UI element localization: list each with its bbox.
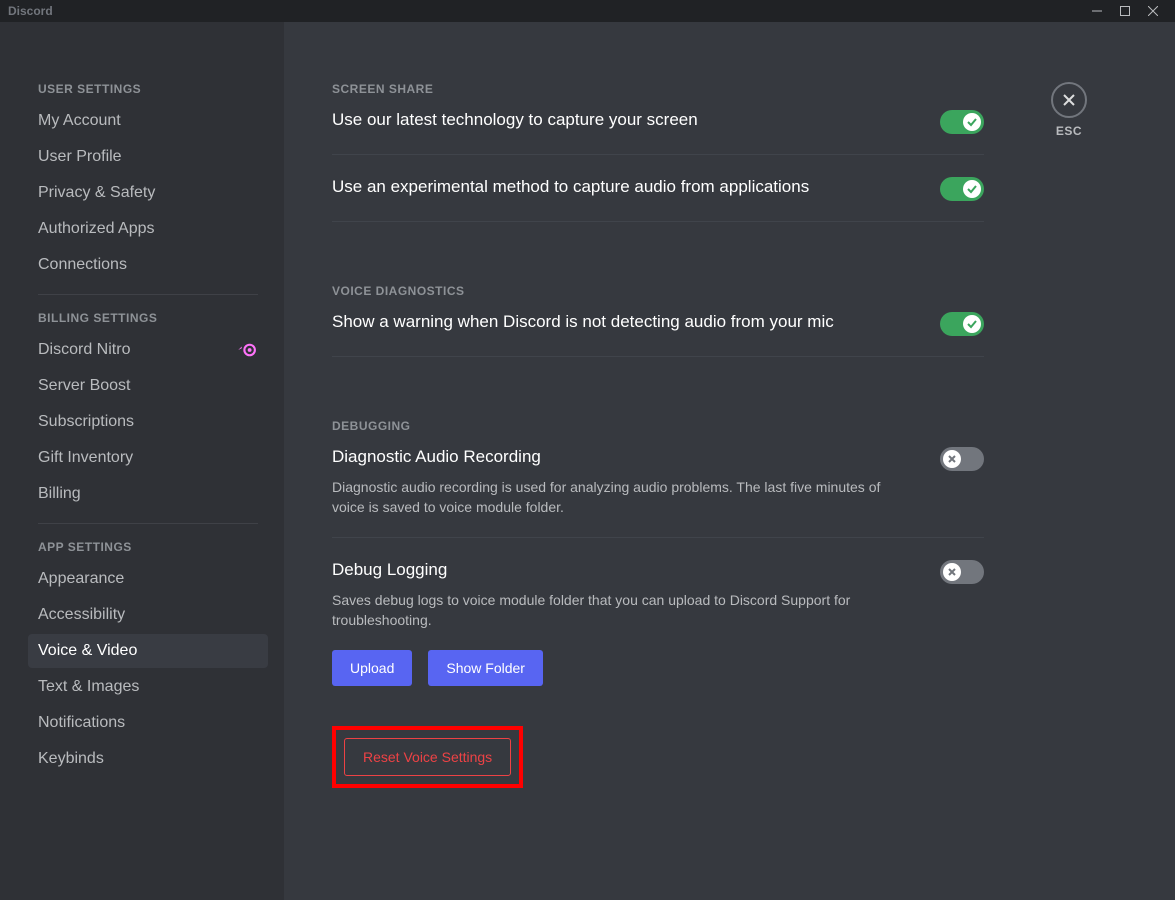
divider bbox=[332, 537, 984, 538]
reset-voice-settings-button[interactable]: Reset Voice Settings bbox=[344, 738, 511, 776]
sidebar-item-voice-video[interactable]: Voice & Video bbox=[28, 634, 268, 668]
sidebar-item-notifications[interactable]: Notifications bbox=[28, 706, 268, 740]
category-screen-share: SCREEN SHARE bbox=[332, 82, 984, 96]
setting-experimental-audio-capture-title: Use an experimental method to capture au… bbox=[332, 175, 809, 199]
sidebar-item-gift-inventory[interactable]: Gift Inventory bbox=[28, 441, 268, 475]
sidebar-item-subscriptions[interactable]: Subscriptions bbox=[28, 405, 268, 439]
divider bbox=[332, 221, 984, 222]
sidebar-item-label: Notifications bbox=[38, 713, 125, 733]
sidebar-item-label: User Profile bbox=[38, 147, 122, 167]
setting-mic-warning-title: Show a warning when Discord is not detec… bbox=[332, 310, 834, 334]
window-minimize-button[interactable] bbox=[1083, 0, 1111, 22]
sidebar-item-label: Discord Nitro bbox=[38, 340, 130, 360]
close-settings-label: ESC bbox=[1056, 124, 1082, 138]
sidebar-item-my-account[interactable]: My Account bbox=[28, 104, 268, 138]
sidebar-item-label: Accessibility bbox=[38, 605, 125, 625]
close-settings-button[interactable] bbox=[1051, 82, 1087, 118]
sidebar-item-text-images[interactable]: Text & Images bbox=[28, 670, 268, 704]
sidebar-item-label: Voice & Video bbox=[38, 641, 137, 661]
sidebar-section-header-billing: BILLING SETTINGS bbox=[38, 311, 258, 325]
toggle-diagnostic-recording[interactable] bbox=[940, 447, 984, 471]
toggle-debug-logging[interactable] bbox=[940, 560, 984, 584]
settings-content: SCREEN SHARE Use our latest technology t… bbox=[284, 22, 1024, 900]
sidebar-item-authorized-apps[interactable]: Authorized Apps bbox=[28, 212, 268, 246]
close-icon bbox=[1061, 92, 1077, 108]
sidebar-item-accessibility[interactable]: Accessibility bbox=[28, 598, 268, 632]
sidebar-divider bbox=[38, 523, 258, 524]
sidebar-item-privacy-safety[interactable]: Privacy & Safety bbox=[28, 176, 268, 210]
setting-diagnostic-recording-desc: Diagnostic audio recording is used for a… bbox=[332, 477, 916, 517]
setting-debug-logging-desc: Saves debug logs to voice module folder … bbox=[332, 590, 916, 630]
reset-highlight-box: Reset Voice Settings bbox=[332, 726, 523, 788]
check-icon bbox=[967, 319, 977, 329]
toggle-mic-warning[interactable] bbox=[940, 312, 984, 336]
minimize-icon bbox=[1092, 6, 1102, 16]
sidebar-item-label: Keybinds bbox=[38, 749, 104, 769]
app-brand: Discord bbox=[8, 4, 53, 18]
sidebar-item-label: Connections bbox=[38, 255, 127, 275]
titlebar: Discord bbox=[0, 0, 1175, 22]
check-icon bbox=[967, 184, 977, 194]
sidebar-item-label: Privacy & Safety bbox=[38, 183, 155, 203]
sidebar-item-label: Authorized Apps bbox=[38, 219, 155, 239]
sidebar-item-discord-nitro[interactable]: Discord Nitro bbox=[28, 333, 268, 367]
toggle-experimental-audio-capture[interactable] bbox=[940, 177, 984, 201]
setting-latest-capture-tech-title: Use our latest technology to capture you… bbox=[332, 108, 698, 132]
show-folder-button[interactable]: Show Folder bbox=[428, 650, 543, 686]
sidebar-item-user-profile[interactable]: User Profile bbox=[28, 140, 268, 174]
setting-diagnostic-recording-title: Diagnostic Audio Recording bbox=[332, 445, 916, 469]
x-icon bbox=[947, 567, 957, 577]
settings-sidebar: USER SETTINGS My Account User Profile Pr… bbox=[0, 22, 284, 900]
setting-debug-logging-title: Debug Logging bbox=[332, 558, 916, 582]
sidebar-item-appearance[interactable]: Appearance bbox=[28, 562, 268, 596]
divider bbox=[332, 356, 984, 357]
toggle-latest-capture-tech[interactable] bbox=[940, 110, 984, 134]
sidebar-item-label: Subscriptions bbox=[38, 412, 134, 432]
category-voice-diagnostics: VOICE DIAGNOSTICS bbox=[332, 284, 984, 298]
sidebar-divider bbox=[38, 294, 258, 295]
sidebar-item-label: Gift Inventory bbox=[38, 448, 133, 468]
sidebar-item-label: Server Boost bbox=[38, 376, 130, 396]
category-debugging: DEBUGGING bbox=[332, 419, 984, 433]
maximize-icon bbox=[1120, 6, 1130, 16]
check-icon bbox=[967, 117, 977, 127]
sidebar-item-label: Text & Images bbox=[38, 677, 139, 697]
sidebar-item-label: My Account bbox=[38, 111, 121, 131]
upload-button[interactable]: Upload bbox=[332, 650, 412, 686]
close-icon bbox=[1148, 6, 1158, 16]
sidebar-section-header-app: APP SETTINGS bbox=[38, 540, 258, 554]
sidebar-item-keybinds[interactable]: Keybinds bbox=[28, 742, 268, 776]
x-icon bbox=[947, 454, 957, 464]
sidebar-item-server-boost[interactable]: Server Boost bbox=[28, 369, 268, 403]
divider bbox=[332, 154, 984, 155]
sidebar-item-label: Appearance bbox=[38, 569, 124, 589]
sidebar-section-header-user: USER SETTINGS bbox=[38, 82, 258, 96]
sidebar-item-label: Billing bbox=[38, 484, 81, 504]
window-maximize-button[interactable] bbox=[1111, 0, 1139, 22]
sidebar-item-connections[interactable]: Connections bbox=[28, 248, 268, 282]
nitro-badge-icon bbox=[236, 343, 258, 357]
sidebar-item-billing[interactable]: Billing bbox=[28, 477, 268, 511]
window-close-button[interactable] bbox=[1139, 0, 1167, 22]
